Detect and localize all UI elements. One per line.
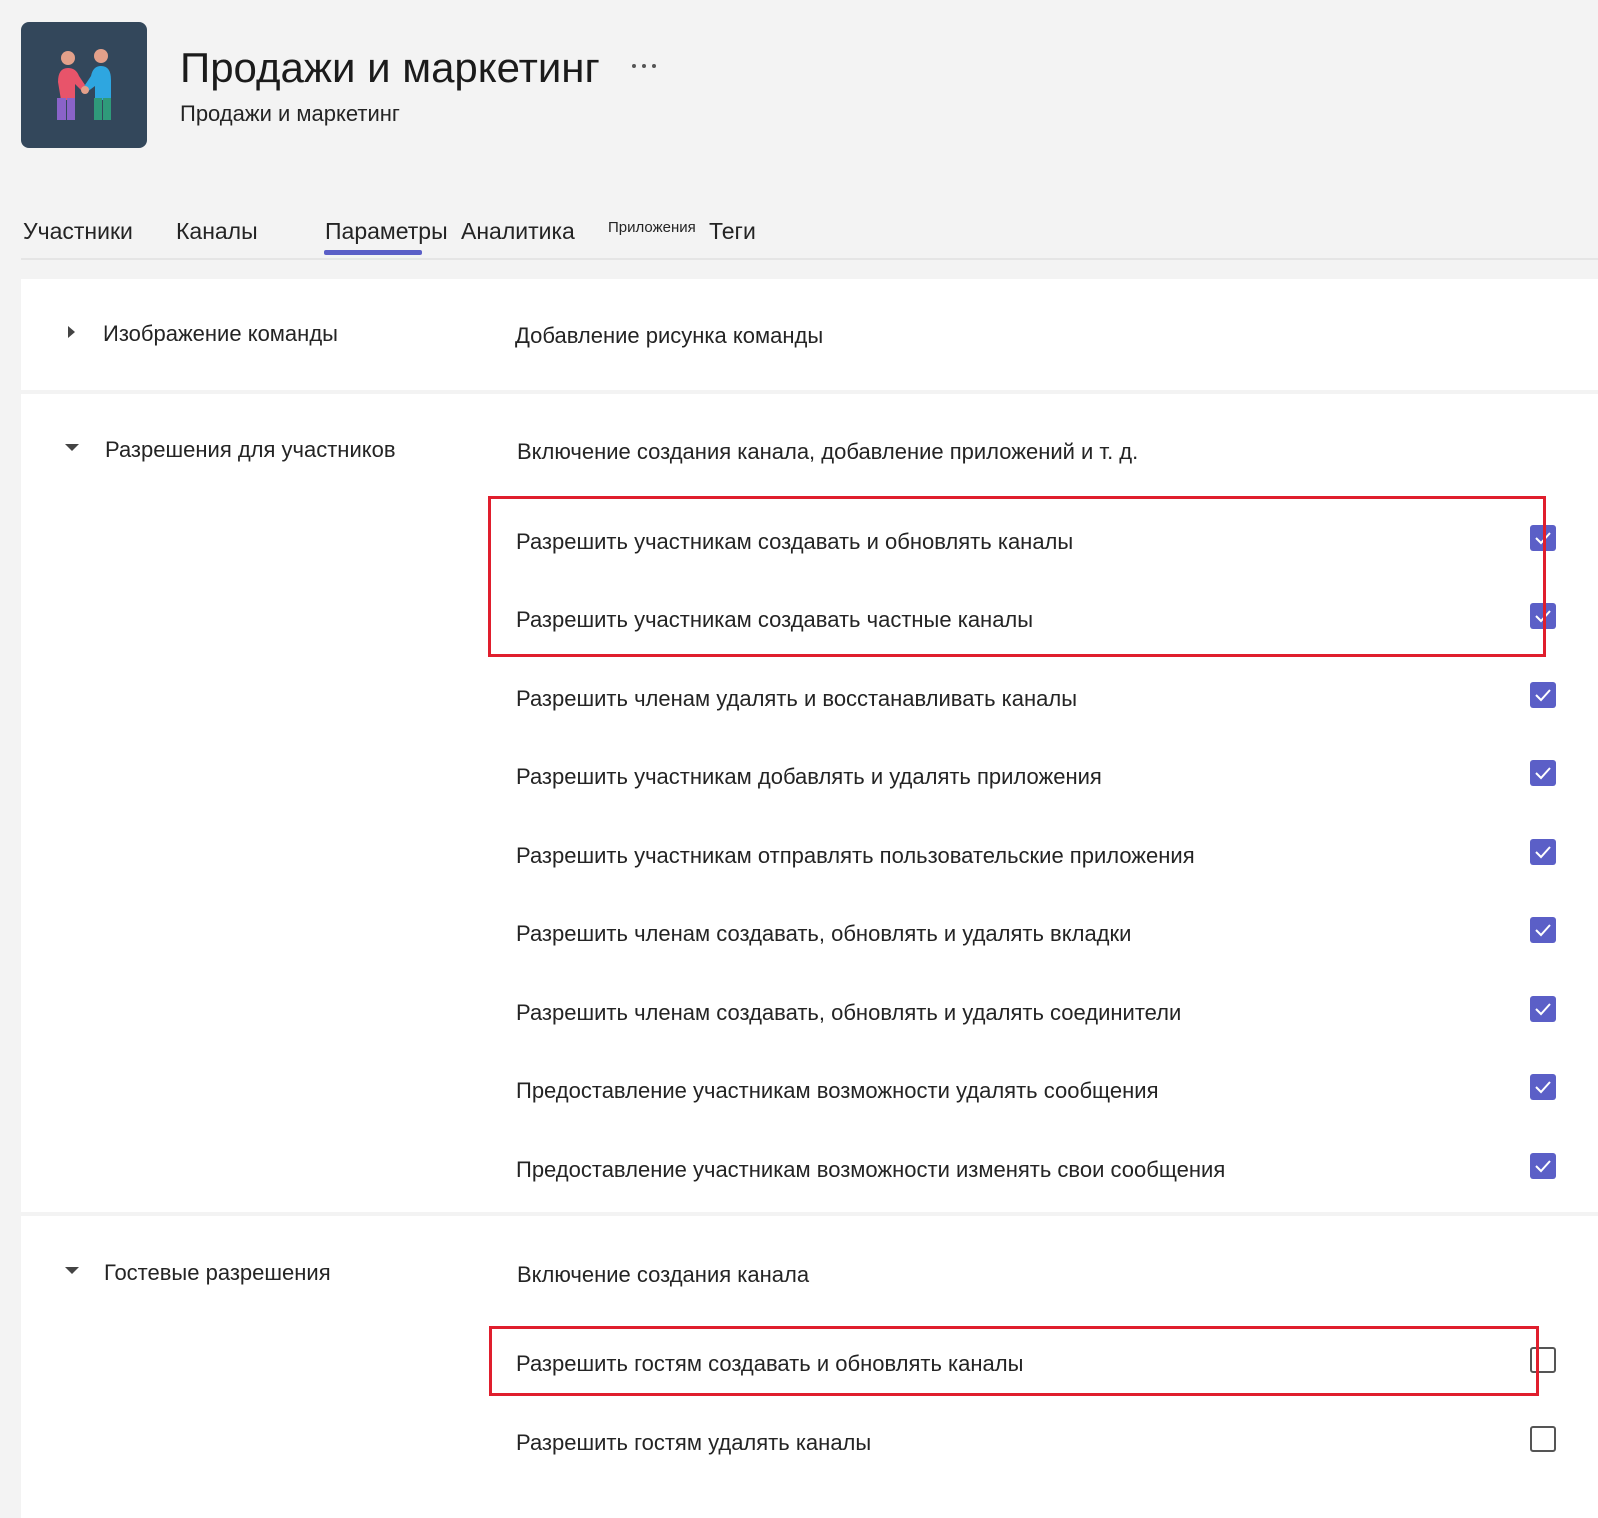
checkbox-members-add-remove-apps[interactable] bbox=[1530, 760, 1556, 786]
option-label: Разрешить участникам отправлять пользова… bbox=[516, 843, 1195, 868]
section-desc-member-permissions: Включение создания канала, добавление пр… bbox=[517, 439, 1139, 464]
more-options-button[interactable] bbox=[626, 46, 666, 76]
option-row: Предоставление участникам возможности уд… bbox=[516, 1066, 1556, 1116]
checkmark-icon bbox=[1535, 689, 1551, 702]
option-row: Разрешить членам создавать, обновлять и … bbox=[516, 988, 1556, 1038]
tab-settings[interactable]: Параметры bbox=[325, 218, 448, 245]
highlight-box-guest-channel-option bbox=[489, 1326, 1539, 1396]
team-people-icon bbox=[57, 49, 111, 120]
tab-members[interactable]: Участники bbox=[23, 218, 133, 245]
more-horizontal-icon bbox=[632, 64, 636, 68]
option-label: Разрешить участникам добавлять и удалять… bbox=[516, 764, 1102, 789]
option-label: Разрешить гостям удалять каналы bbox=[516, 1430, 872, 1455]
section-divider bbox=[21, 1212, 1598, 1216]
section-desc-team-image: Добавление рисунка команды bbox=[515, 323, 824, 348]
option-row: Разрешить членам создавать, обновлять и … bbox=[516, 909, 1556, 959]
option-label: Предоставление участникам возможности из… bbox=[516, 1157, 1226, 1182]
checkmark-icon bbox=[1535, 1160, 1551, 1173]
highlight-box-member-channel-options bbox=[488, 496, 1546, 657]
active-tab-indicator bbox=[324, 250, 422, 255]
section-title-team-image[interactable]: Изображение команды bbox=[103, 321, 338, 347]
checkbox-members-delete-restore-channels[interactable] bbox=[1530, 682, 1556, 708]
section-desc-guest-permissions: Включение создания канала bbox=[517, 1262, 810, 1287]
option-label: Разрешить членам удалять и восстанавлива… bbox=[516, 686, 1078, 711]
checkmark-icon bbox=[1535, 767, 1551, 780]
caret-down-icon[interactable] bbox=[65, 444, 79, 451]
checkmark-icon bbox=[1535, 846, 1551, 859]
option-row: Разрешить участникам отправлять пользова… bbox=[516, 831, 1556, 881]
team-subtitle: Продажи и маркетинг bbox=[180, 101, 400, 126]
checkbox-members-edit-messages[interactable] bbox=[1530, 1153, 1556, 1179]
option-row: Предоставление участникам возможности из… bbox=[516, 1145, 1556, 1195]
caret-right-icon[interactable] bbox=[68, 326, 75, 338]
section-title-guest-permissions[interactable]: Гостевые разрешения bbox=[104, 1260, 331, 1286]
checkmark-icon bbox=[1535, 924, 1551, 937]
caret-down-icon[interactable] bbox=[65, 1267, 79, 1274]
tab-channels[interactable]: Каналы bbox=[176, 218, 258, 245]
checkbox-guests-delete-channels[interactable] bbox=[1530, 1426, 1556, 1452]
option-label: Разрешить членам создавать, обновлять и … bbox=[516, 921, 1132, 946]
option-label: Разрешить членам создавать, обновлять и … bbox=[516, 1000, 1182, 1025]
checkmark-icon bbox=[1535, 1003, 1551, 1016]
tab-bar: Участники Каналы Параметры Аналитика При… bbox=[21, 210, 1598, 260]
checkbox-members-delete-messages[interactable] bbox=[1530, 1074, 1556, 1100]
checkbox-members-manage-connectors[interactable] bbox=[1530, 996, 1556, 1022]
option-label: Предоставление участникам возможности уд… bbox=[516, 1078, 1159, 1103]
team-title: Продажи и маркетинг bbox=[180, 44, 600, 91]
checkbox-members-upload-custom-apps[interactable] bbox=[1530, 839, 1556, 865]
tab-apps[interactable]: Приложения bbox=[608, 219, 696, 236]
checkmark-icon bbox=[1535, 1081, 1551, 1094]
tab-tags[interactable]: Теги bbox=[709, 218, 756, 245]
option-row: Разрешить членам удалять и восстанавлива… bbox=[516, 674, 1556, 724]
option-row: Разрешить гостям удалять каналы bbox=[516, 1418, 1556, 1468]
tab-analytics[interactable]: Аналитика bbox=[461, 218, 575, 245]
section-divider bbox=[21, 390, 1598, 394]
section-title-member-permissions[interactable]: Разрешения для участников bbox=[105, 437, 396, 463]
option-row: Разрешить участникам добавлять и удалять… bbox=[516, 752, 1556, 802]
tab-divider bbox=[21, 258, 1598, 260]
checkbox-members-manage-tabs[interactable] bbox=[1530, 917, 1556, 943]
team-avatar bbox=[21, 22, 147, 148]
